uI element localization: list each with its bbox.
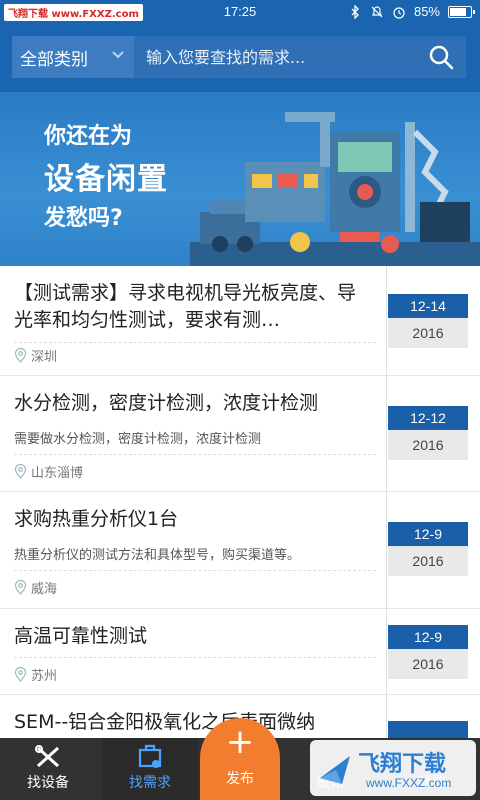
date-year: 2016 [388,430,468,460]
promo-banner[interactable]: 你还在为 设备闲置 发愁吗? [0,92,480,266]
tab-find-demand[interactable]: 找需求 [102,738,198,800]
status-bar: 飞翔下载 www.FXXZ.com 17:25 85% [0,0,480,24]
search-box [134,36,466,78]
machinery-illustration [190,112,480,266]
item-location: 苏州 [14,665,57,684]
plus-icon: + [225,722,255,762]
item-title: 水分检测，密度计检测，浓度计检测 [14,392,319,414]
item-title: 求购热重分析仪1台 [14,508,179,530]
divider [14,657,376,658]
category-label: 全部类别 [20,49,88,70]
battery-fill [450,7,467,16]
watermark-logo-icon [320,756,350,784]
battery-icon [448,5,475,18]
item-description: 需要做水分检测，密度计检测，浓度计检测 [14,432,262,447]
divider [386,609,387,694]
location-pin-icon [14,348,27,363]
item-description: 热重分析仪的测试方法和具体型号，购买渠道等。 [14,548,301,563]
item-location: 山东淄博 [14,462,83,481]
demand-list: 【测试需求】寻求电视机导光板亮度、导光率和均匀性测试，要求有测… 深圳 12-1… [0,266,480,738]
divider [386,266,387,375]
item-location: 深圳 [14,346,57,365]
search-input[interactable] [146,36,416,78]
list-item[interactable]: 求购热重分析仪1台 热重分析仪的测试方法和具体型号，购买渠道等。 威海 12-9… [0,492,480,609]
alarm-icon [393,6,405,19]
publish-button[interactable]: + 发布 [200,718,280,800]
search-header: 全部类别 [0,24,480,92]
list-item[interactable]: 高温可靠性测试 苏州 12-9 2016 [0,609,480,695]
list-item[interactable]: 水分检测，密度计检测，浓度计检测 需要做水分检测，密度计检测，浓度计检测 山东淄… [0,376,480,492]
divider [386,376,387,491]
date-badge: 12-14 2016 [388,294,468,348]
date-month-day: 12-12 [388,406,468,430]
banner-line3: 发愁吗? [44,206,123,231]
battery-percent: 85% [413,4,440,19]
divider [14,454,376,455]
date-badge: 12-9 2016 [388,522,468,576]
mute-bell-icon [371,5,383,17]
demand-icon [138,744,162,768]
watermark-logo: 飞翔下载 www.FXXZ.com [310,740,476,796]
list-item[interactable]: 【测试需求】寻求电视机导光板亮度、导光率和均匀性测试，要求有测… 深圳 12-1… [0,266,480,376]
divider [386,695,387,738]
location-pin-icon [14,667,27,682]
location-pin-icon [14,464,27,479]
chevron-down-icon [112,51,124,59]
divider [14,570,376,571]
item-location: 威海 [14,578,57,597]
date-badge [388,721,468,738]
publish-label: 发布 [226,771,254,787]
date-badge: 12-12 2016 [388,406,468,460]
location-text: 威海 [31,582,58,597]
category-dropdown[interactable]: 全部类别 [12,36,134,78]
divider [386,492,387,608]
banner-line2: 设备闲置 [44,162,168,197]
tab-label: 找设备 [27,775,69,791]
date-month-day: 12-9 [388,522,468,546]
banner-line1: 你还在为 [44,124,133,149]
location-text: 苏州 [31,669,58,684]
location-pin-icon [14,580,27,595]
item-title: SEM--铝合金阳极氧化之后表面微纳 [14,711,316,733]
date-month-day: 12-14 [388,294,468,318]
tab-label: 找需求 [129,775,171,791]
watermark-name: 飞翔下载 [358,752,447,777]
location-text: 深圳 [31,350,58,365]
divider [14,342,376,343]
location-text: 山东淄博 [31,466,84,481]
date-year: 2016 [388,649,468,679]
search-icon[interactable] [428,44,454,70]
date-badge: 12-9 2016 [388,625,468,679]
date-month-day: 12-9 [388,625,468,649]
status-icons: 85% [348,4,475,19]
tab-find-equipment[interactable]: 找设备 [0,738,96,800]
item-title: 【测试需求】寻求电视机导光板亮度、导光率和均匀性测试，要求有测… [14,282,357,331]
date-month-day [388,721,468,738]
date-year: 2016 [388,318,468,348]
item-title: 高温可靠性测试 [14,625,148,647]
date-year: 2016 [388,546,468,576]
watermark-url: www.FXXZ.com [366,776,452,790]
bluetooth-icon [351,4,359,19]
tools-icon [35,745,60,768]
